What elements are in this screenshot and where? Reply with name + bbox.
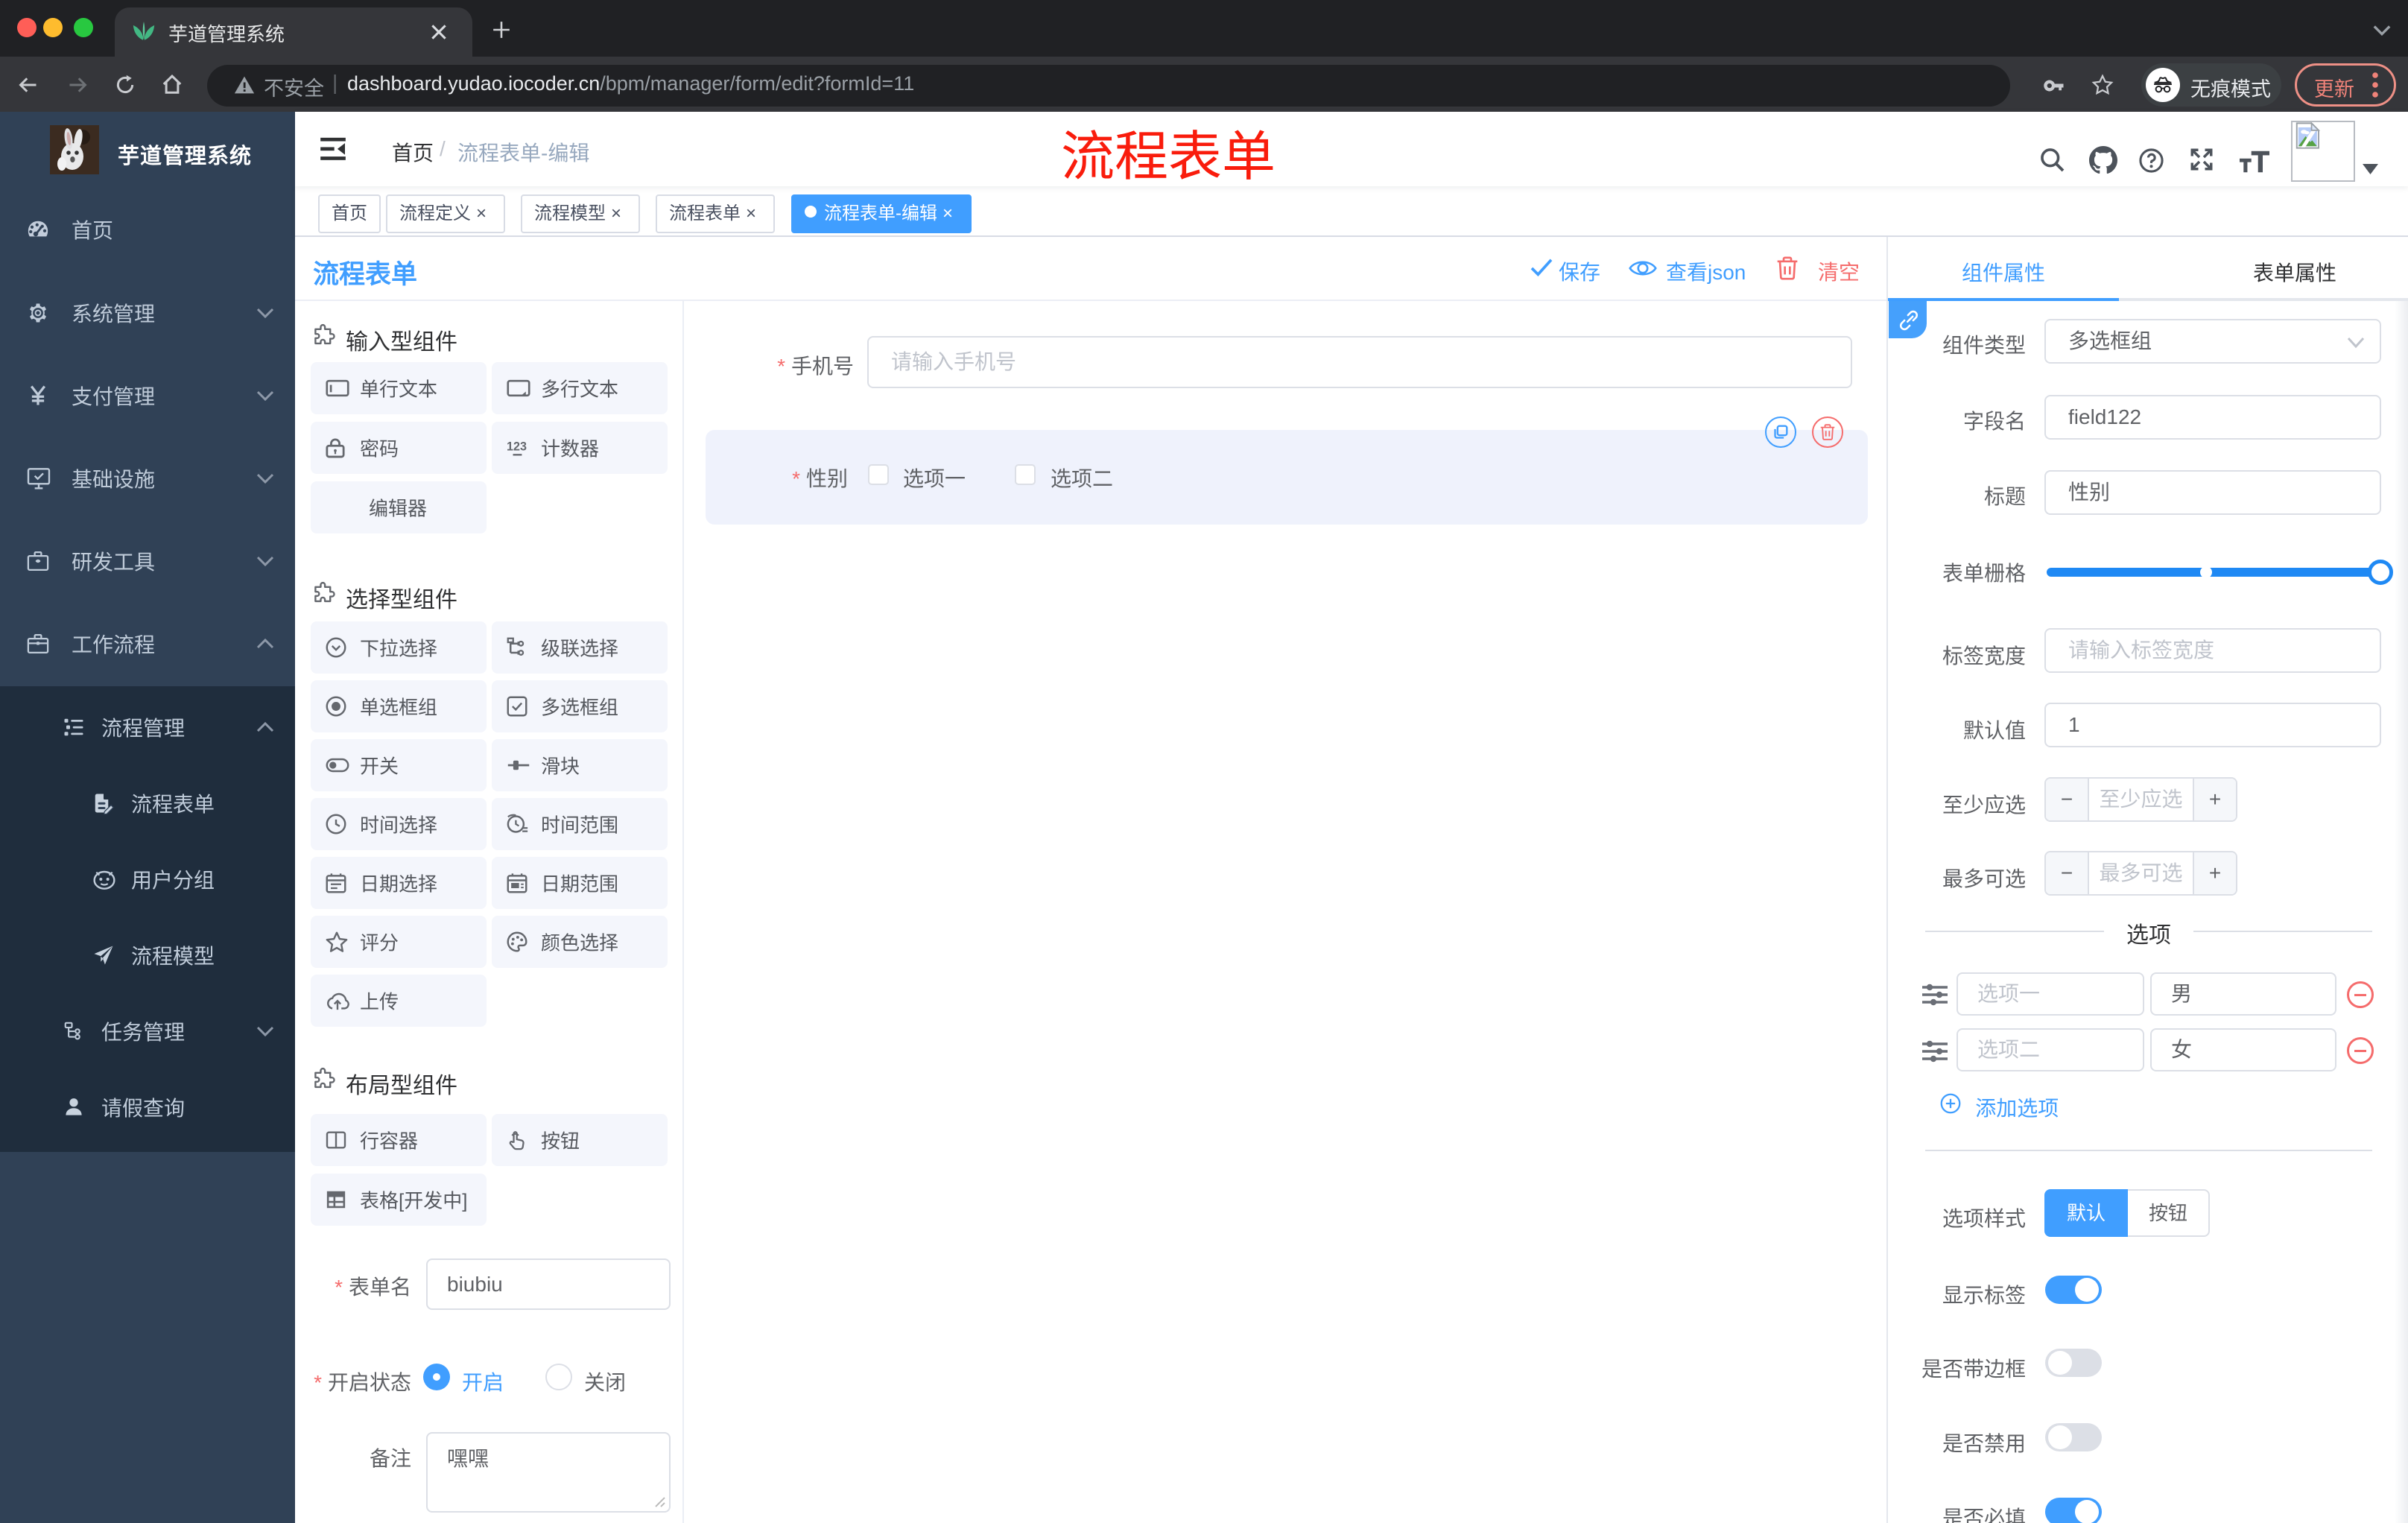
svg-text:123: 123 (507, 440, 527, 453)
